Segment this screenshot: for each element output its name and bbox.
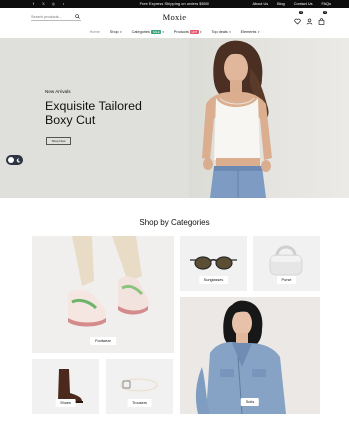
hero-banner: New Arrivals Exquisite Tailored Boxy Cut… — [0, 38, 349, 198]
hot-badge: HOT — [190, 30, 199, 34]
category-label-trousers: Trousers — [127, 399, 152, 407]
nav-item-label: Elements — [240, 30, 257, 34]
hero-title: Exquisite Tailored Boxy Cut — [45, 99, 142, 127]
cart-button[interactable]: 0 — [318, 10, 327, 25]
heart-icon — [294, 18, 301, 25]
category-label-footwear: Footwear — [90, 337, 116, 345]
nav-item-elements[interactable]: Elements ▾ — [241, 28, 260, 36]
category-card-trousers[interactable]: Trousers — [106, 359, 173, 414]
shop-now-button[interactable]: Shop Now — [46, 137, 71, 145]
suits-image — [195, 300, 286, 414]
chevron-down-icon: ▾ — [200, 30, 202, 34]
wishlist-count-badge: 0 — [299, 10, 303, 15]
hero-model-image — [202, 40, 272, 198]
top-link-contact[interactable]: Contact Us — [294, 2, 313, 6]
chevron-down-icon: ▾ — [257, 30, 260, 34]
category-card-suits[interactable]: Suits — [180, 297, 320, 414]
category-card-shoes[interactable]: Shoes — [32, 359, 99, 414]
nav-item-label: Shop — [109, 30, 119, 34]
bag-icon — [318, 18, 325, 25]
toggle-knob — [8, 157, 14, 163]
nav-item-label: Home — [89, 30, 100, 34]
footwear-image — [68, 236, 150, 327]
announcement-bar: f 𝕏 ◎ ♪ Free Express Shipping on orders … — [0, 0, 349, 8]
hero-title-line2: Boxy Cut — [45, 113, 96, 127]
nav-item-label: Top deals — [211, 30, 228, 34]
top-link-about[interactable]: About Us — [252, 2, 268, 6]
nav-item-products[interactable]: Products HOT ▾ — [174, 28, 202, 36]
nav-item-shop[interactable]: Shop ▾ — [110, 28, 122, 36]
nav-item-home[interactable]: Home — [90, 28, 100, 36]
main-nav: Home Shop ▾ Categories SALE ▾ Products H… — [0, 28, 349, 38]
nav-item-label: Categories — [131, 30, 150, 34]
nav-item-categories[interactable]: Categories SALE ▾ — [132, 28, 164, 36]
wishlist-button[interactable]: 0 — [294, 10, 303, 25]
header-actions: 0 0 — [294, 10, 327, 25]
category-label-suits: Suits — [240, 398, 260, 406]
moon-icon — [16, 157, 20, 162]
sale-badge: SALE — [151, 30, 161, 34]
cart-count-badge: 0 — [323, 10, 327, 15]
category-card-purse[interactable]: Purse — [253, 236, 320, 291]
chevron-down-icon: ▾ — [120, 30, 122, 34]
site-header: Search products... Moxie 0 0 — [0, 8, 349, 28]
category-label-shoes: Shoes — [55, 399, 76, 407]
chevron-down-icon: ▾ — [162, 30, 164, 34]
hero-eyebrow: New Arrivals — [45, 89, 71, 94]
nav-item-top-deals[interactable]: Top deals ▾ — [211, 28, 230, 36]
top-link-faqs[interactable]: FAQs — [322, 2, 332, 6]
category-label-purse: Purse — [276, 276, 297, 284]
section-title: Shop by Categories — [139, 218, 210, 227]
top-link-blog[interactable]: Blog — [277, 2, 285, 6]
account-button[interactable] — [306, 12, 313, 25]
hero-title-line1: Exquisite Tailored — [45, 99, 142, 113]
top-links: About Us Blog Contact Us FAQs — [252, 2, 331, 6]
nav-item-label: Products — [173, 30, 189, 34]
user-icon — [306, 18, 313, 25]
dark-mode-toggle[interactable] — [6, 155, 23, 165]
category-card-sunglasses[interactable]: Sunglasses — [180, 236, 247, 291]
category-label-sunglasses: Sunglasses — [198, 276, 229, 284]
chevron-down-icon: ▾ — [229, 30, 231, 34]
category-card-footwear[interactable]: Footwear — [32, 236, 174, 353]
